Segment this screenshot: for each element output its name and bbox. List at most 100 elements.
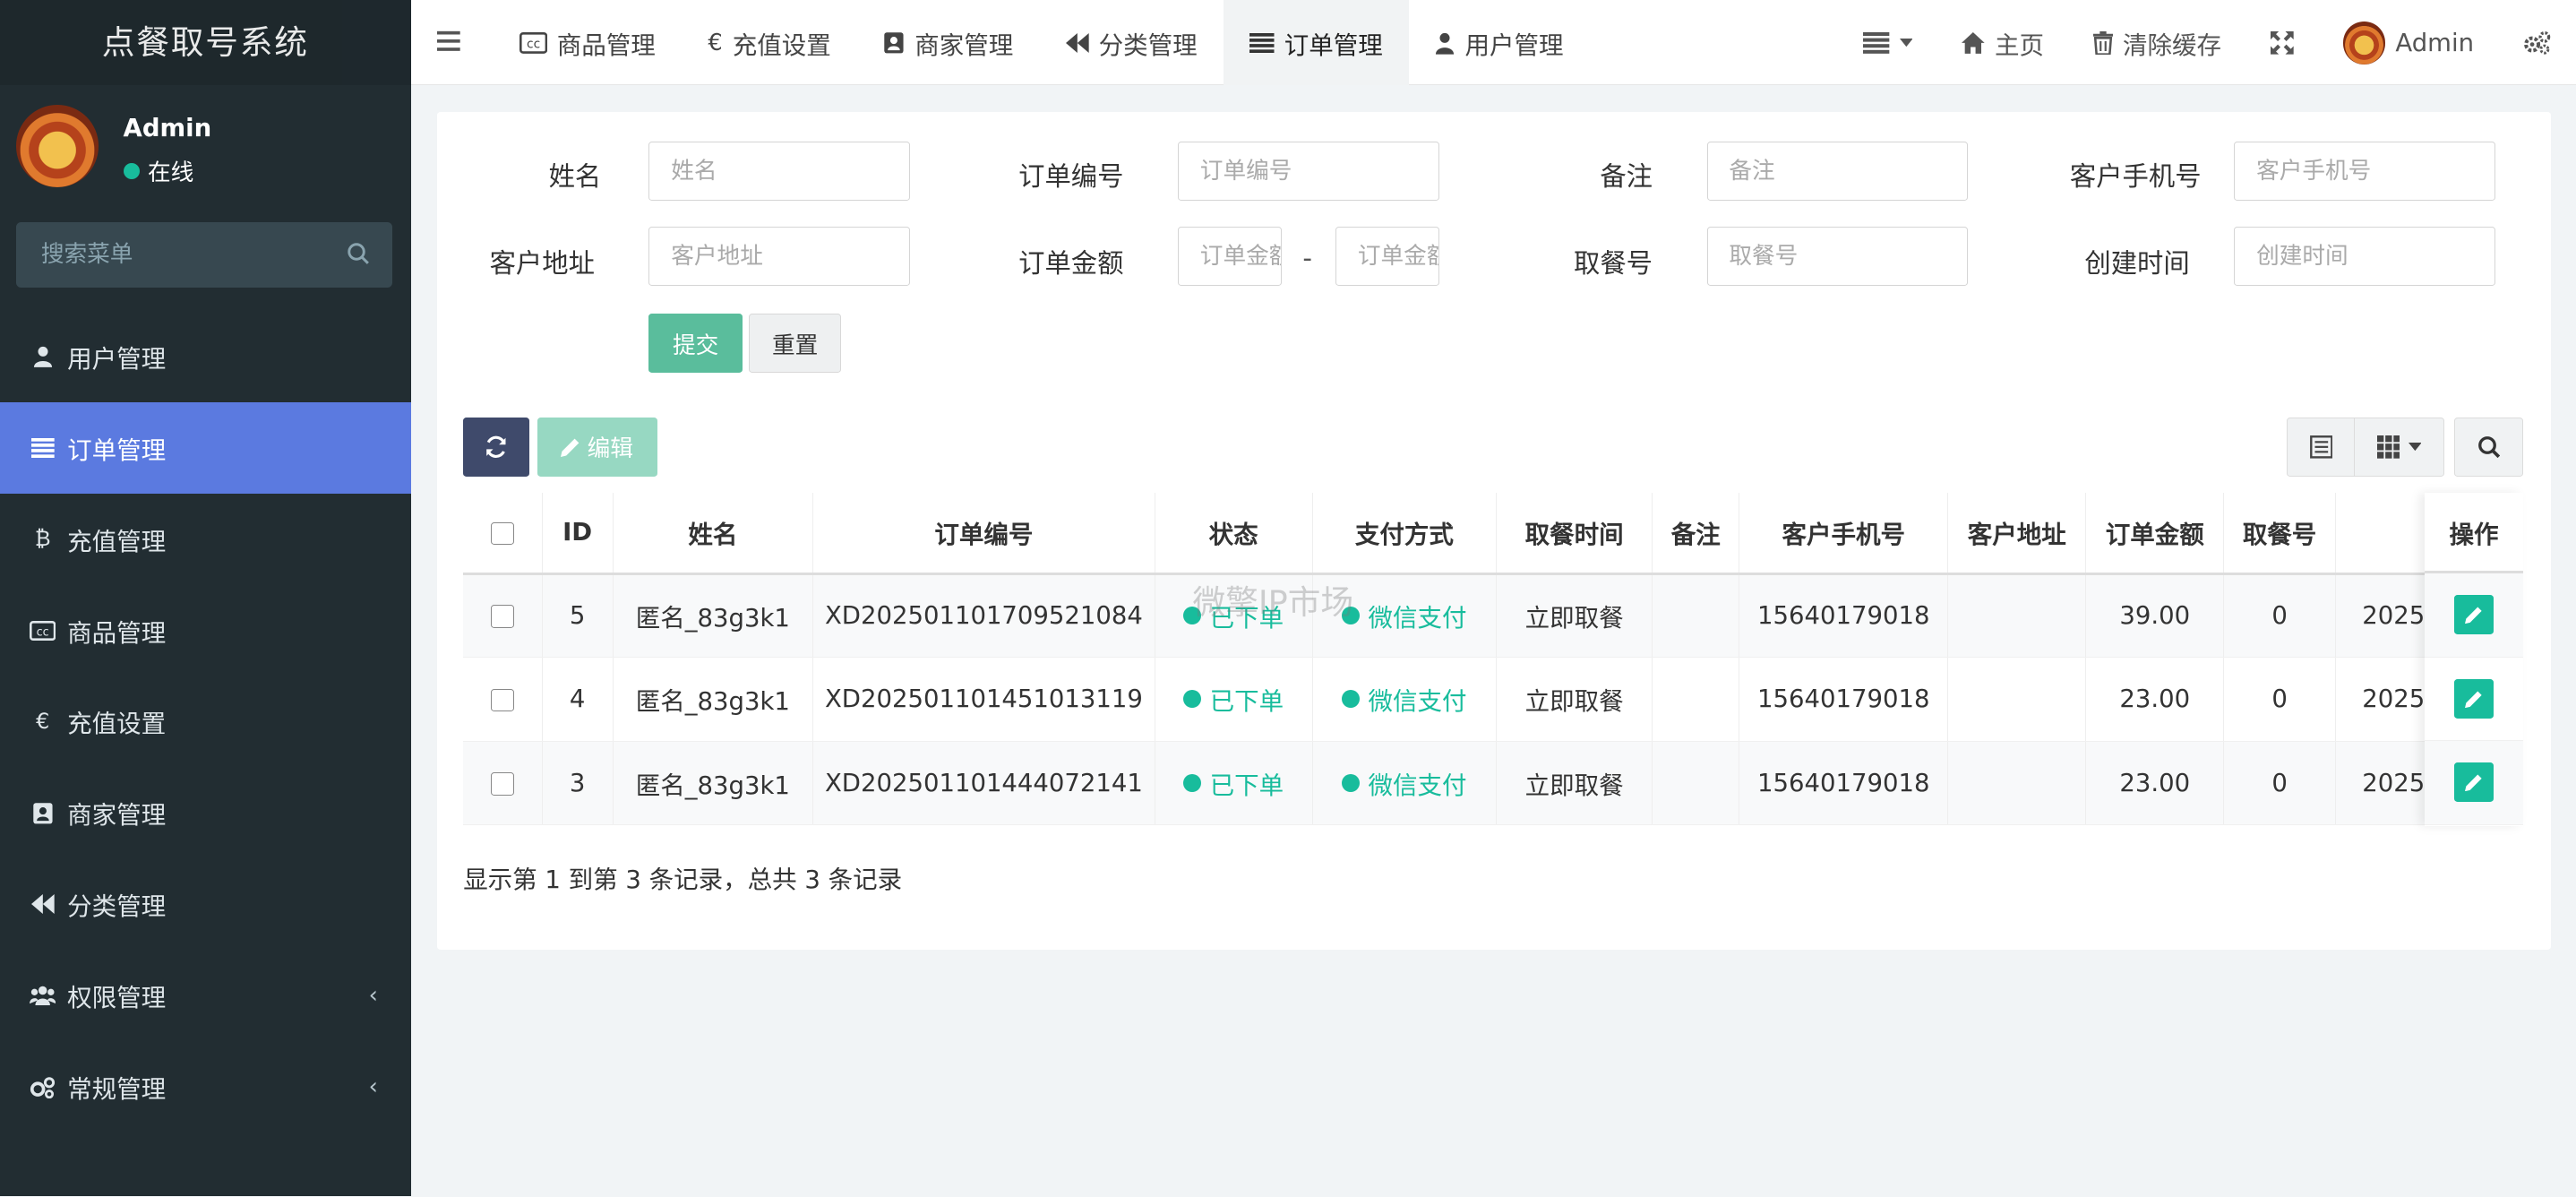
col-header-status[interactable]: 状态 <box>1155 493 1313 575</box>
orders-table: ID 姓名 订单编号 状态 支付方式 取餐时间 备注 客户手机号 客户地址 订单… <box>463 493 2524 826</box>
select-all-checkbox[interactable] <box>491 521 514 546</box>
filter-amount-from-input[interactable] <box>1177 227 1282 287</box>
caret-down-icon <box>1899 39 1913 47</box>
filter-remark-input[interactable] <box>1706 141 1969 201</box>
col-header-phone[interactable]: 客户手机号 <box>1739 493 1949 575</box>
status-dot-icon <box>1183 773 1202 792</box>
cell-pickup-no: 0 <box>2223 657 2336 742</box>
row-edit-button[interactable] <box>2453 595 2494 635</box>
cell-id: 5 <box>542 573 614 659</box>
search-icon[interactable] <box>347 242 370 265</box>
row-checkbox[interactable] <box>491 772 514 796</box>
col-header-remark[interactable]: 备注 <box>1652 493 1740 575</box>
sidebar-item-general-management[interactable]: 常规管理 ‹ <box>0 1041 411 1132</box>
filter-created-input[interactable] <box>2234 227 2495 287</box>
filter-address-input[interactable] <box>648 227 911 287</box>
filter-amount-label: 订单金额 <box>1018 248 1124 280</box>
sidebar-item-product-management[interactable]: cc 商品管理 <box>0 585 411 676</box>
sidebar-item-permission-management[interactable]: 权限管理 ‹ <box>0 950 411 1041</box>
filter-phone-input[interactable] <box>2234 141 2495 201</box>
col-header-pickup-time[interactable]: 取餐时间 <box>1496 493 1653 575</box>
avatar <box>16 105 99 188</box>
sidebar-item-label: 商家管理 <box>67 801 167 831</box>
sidebar-item-recharge-settings[interactable]: € 充值设置 <box>0 676 411 768</box>
row-checkbox[interactable] <box>491 605 514 629</box>
sidebar-item-category-management[interactable]: 分类管理 <box>0 858 411 950</box>
cell-name: 匿名_83g3k1 <box>613 741 814 826</box>
filter-amount-to-input[interactable] <box>1335 227 1439 287</box>
sidebar-menu: 用户管理 订单管理 ₿ 充值管理 cc 商品管理 € 充值设置 商家管理 分类管… <box>0 311 411 1133</box>
operate-cell <box>2424 658 2523 742</box>
clear-cache-label: 清除缓存 <box>2123 30 2222 60</box>
col-header-address[interactable]: 客户地址 <box>1947 493 2087 575</box>
hamburger-icon[interactable] <box>436 30 463 53</box>
settings-button[interactable] <box>2499 0 2576 85</box>
table-view-icon <box>2309 435 2333 459</box>
tab-user-management[interactable]: 用户管理 <box>1409 0 1590 85</box>
list-icon <box>1863 31 1890 54</box>
sidebar-item-merchant-management[interactable]: 商家管理 <box>0 767 411 858</box>
tab-product-management[interactable]: cc 商品管理 <box>493 0 682 85</box>
group-icon <box>30 986 56 1006</box>
tab-order-management[interactable]: 订单管理 <box>1223 0 1410 86</box>
toggle-view-button[interactable] <box>2286 417 2356 477</box>
col-header-amount[interactable]: 订单金额 <box>2085 493 2225 575</box>
table-row[interactable]: 3 匿名_83g3k1 XD202501101444072141 已下单 微信支… <box>463 741 2524 826</box>
sidebar-item-label: 充值设置 <box>67 710 167 739</box>
table-row[interactable]: 5 匿名_83g3k1 XD202501101709521084 已下单 微信支… <box>463 573 2524 659</box>
col-header-name[interactable]: 姓名 <box>613 493 814 575</box>
sidebar-item-order-management[interactable]: 订单管理 <box>0 401 411 494</box>
filter-pickup-no-input[interactable] <box>1706 227 1969 287</box>
fullscreen-button[interactable] <box>2246 0 2319 85</box>
cell-phone: 15640179018 <box>1739 741 1949 826</box>
nav-tabs: cc 商品管理 € 充值设置 商家管理 分类管理 订单管理 用户管理 <box>493 0 1590 86</box>
edit-button[interactable]: 编辑 <box>537 417 657 477</box>
cell-status: 已下单 <box>1155 573 1313 659</box>
submit-button[interactable]: 提交 <box>648 314 743 374</box>
user-status: 在线 <box>123 154 193 187</box>
sidebar-item-user-management[interactable]: 用户管理 <box>0 311 411 402</box>
filter-name-label: 姓名 <box>548 161 602 193</box>
filter-name-input[interactable] <box>648 141 911 201</box>
cell-status: 已下单 <box>1155 741 1313 826</box>
cell-pay: 微信支付 <box>1312 573 1498 659</box>
cell-pickup-no: 0 <box>2223 741 2336 826</box>
row-edit-button[interactable] <box>2453 762 2494 803</box>
reset-button[interactable]: 重置 <box>749 314 841 374</box>
contact-icon <box>30 802 56 825</box>
row-edit-button[interactable] <box>2453 678 2494 719</box>
tab-recharge-settings[interactable]: € 充值设置 <box>682 0 857 85</box>
clear-cache-button[interactable]: 清除缓存 <box>2069 0 2246 85</box>
row-checkbox[interactable] <box>491 688 514 712</box>
menu-search-input[interactable] <box>16 221 329 288</box>
status-badge: 已下单 <box>1183 681 1284 717</box>
col-header-pay[interactable]: 支付方式 <box>1312 493 1498 575</box>
home-link[interactable]: 主页 <box>1937 0 2069 85</box>
refresh-button[interactable] <box>463 417 529 477</box>
pay-label: 微信支付 <box>1368 604 1467 633</box>
table-row[interactable]: 4 匿名_83g3k1 XD202501101451013119 已下单 微信支… <box>463 657 2524 742</box>
admin-profile-dropdown[interactable]: Admin <box>2318 0 2498 85</box>
search-toggle-button[interactable] <box>2453 417 2523 477</box>
admin-name: Admin <box>2395 28 2475 57</box>
sidebar-item-recharge-management[interactable]: ₿ 充值管理 <box>0 494 411 585</box>
pay-badge: 微信支付 <box>1342 765 1467 801</box>
multi-tab-dropdown-button[interactable] <box>1839 0 1937 85</box>
filter-order-no-label: 订单编号 <box>1018 161 1124 193</box>
filter-order-no-input[interactable] <box>1177 141 1439 201</box>
contact-icon <box>884 32 904 54</box>
refresh-icon <box>486 435 506 458</box>
app-logo-title[interactable]: 点餐取号系统 <box>0 0 411 86</box>
col-header-pickup-no[interactable]: 取餐号 <box>2223 493 2336 575</box>
filter-pickup-no-label: 取餐号 <box>1574 248 1653 280</box>
bitcoin-icon: ₿ <box>34 526 51 552</box>
user-name: Admin <box>123 113 212 142</box>
tab-category-management[interactable]: 分类管理 <box>1040 0 1224 85</box>
pagination-summary: 显示第 1 到第 3 条记录，总共 3 条记录 <box>463 865 903 895</box>
tab-merchant-management[interactable]: 商家管理 <box>857 0 1040 85</box>
avatar <box>2342 21 2386 65</box>
col-header-id[interactable]: ID <box>542 493 614 575</box>
columns-dropdown-button[interactable] <box>2354 417 2444 477</box>
col-header-order-no[interactable]: 订单编号 <box>812 493 1155 575</box>
cell-name: 匿名_83g3k1 <box>613 657 814 742</box>
